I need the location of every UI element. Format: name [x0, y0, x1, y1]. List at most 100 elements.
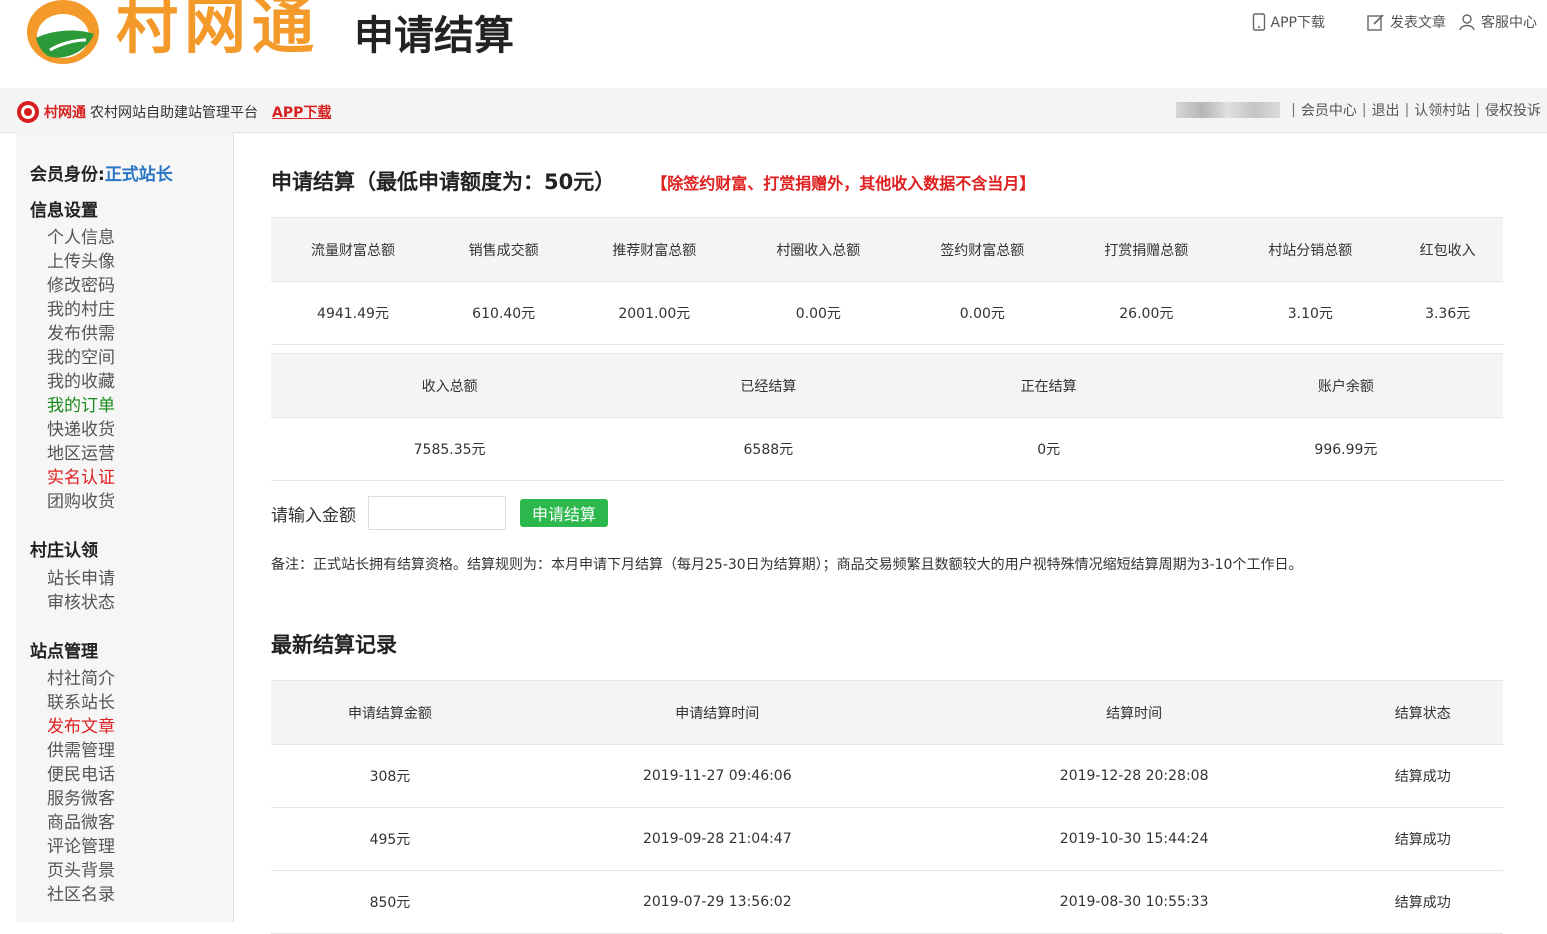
table-cell: 308元: [271, 744, 509, 808]
table-header-row: 申请结算金额 申请结算时间 结算时间 结算状态: [271, 680, 1503, 745]
member-identity: 会员身份:正式站长: [30, 160, 173, 185]
table-header-cell: 账户余额: [1188, 353, 1503, 418]
table-cell: 7585.35元: [271, 417, 629, 481]
sidebar-item-header-background[interactable]: 页头背景: [47, 859, 115, 883]
table-cell: 2001.00元: [572, 281, 737, 345]
table-cell: 0.00元: [900, 281, 1065, 345]
amount-input[interactable]: [368, 496, 506, 530]
sub-navbar-right: | 会员中心 | 退出 | 认领村站 | 侵权投诉: [1176, 100, 1541, 120]
table-header-cell: 打赏捐赠总额: [1064, 217, 1229, 282]
table-header-cell: 收入总额: [271, 353, 629, 418]
table-row: 495元 2019-09-28 21:04:47 2019-10-30 15:4…: [271, 807, 1503, 871]
sub-brand: 村网通: [44, 105, 86, 121]
sidebar-item-publish-supply[interactable]: 发布供需: [47, 322, 115, 346]
sub-navbar: 村网通 农村网站自助建站管理平台 APP下载 | 会员中心 | 退出 | 认领村…: [0, 88, 1547, 133]
top-header: 村网通 申请结算 APP下载 发表文章 客服中心: [0, 0, 1547, 88]
table-cell: 0元: [908, 417, 1189, 481]
sidebar-item-community-directory[interactable]: 社区名录: [47, 883, 115, 907]
member-role[interactable]: 正式站长: [105, 165, 173, 185]
table-row: 308元 2019-11-27 09:46:06 2019-12-28 20:2…: [271, 744, 1503, 808]
sidebar-item-my-orders[interactable]: 我的订单: [47, 394, 115, 418]
sidebar-item-village-intro[interactable]: 村社简介: [47, 667, 115, 691]
sidebar-item-group-receipt[interactable]: 团购收货: [47, 490, 115, 514]
table-header-row: 流量财富总额 销售成交额 推荐财富总额 村圈收入总额 签约财富总额 打赏捐赠总额…: [271, 217, 1503, 282]
table-cell: 结算成功: [1342, 870, 1503, 934]
menu-village-claim: 站长申请 审核状态: [47, 567, 115, 615]
table-cell: 0.00元: [736, 281, 901, 345]
logout-link[interactable]: 退出: [1372, 100, 1400, 120]
table-header-cell: 销售成交额: [435, 217, 573, 282]
service-center-link[interactable]: 客服中心: [1458, 12, 1537, 32]
site-badge-icon: [17, 101, 39, 123]
sidebar-item-my-space[interactable]: 我的空间: [47, 346, 115, 370]
sidebar-item-upload-avatar[interactable]: 上传头像: [47, 250, 115, 274]
sidebar-item-my-favorites[interactable]: 我的收藏: [47, 370, 115, 394]
table-header-cell: 结算状态: [1342, 680, 1503, 745]
table-cell: 850元: [271, 870, 509, 934]
table-cell: 2019-10-30 15:44:24: [925, 807, 1343, 871]
top-links: APP下载 发表文章 客服中心: [1230, 12, 1537, 32]
table-header-cell: 结算时间: [925, 680, 1343, 745]
sub-app-download-link[interactable]: APP下载: [272, 102, 331, 122]
table-row: 7585.35元 6588元 0元 996.99元: [271, 417, 1503, 481]
member-center-link[interactable]: 会员中心: [1301, 100, 1357, 120]
table-cell: 结算成功: [1342, 807, 1503, 871]
table-header-cell: 红包收入: [1392, 217, 1503, 282]
account-summary-table: 收入总额 已经结算 正在结算 账户余额 7585.35元 6588元 0元 99…: [271, 353, 1503, 481]
sidebar-item-regional-ops[interactable]: 地区运营: [47, 442, 115, 466]
page-heading: 申请结算: [354, 13, 514, 59]
sidebar-item-public-phone[interactable]: 便民电话: [47, 763, 115, 787]
table-cell: 2019-09-28 21:04:47: [508, 807, 926, 871]
table-cell: 610.40元: [435, 281, 573, 345]
brand-logo-icon[interactable]: [22, 0, 104, 66]
user-icon: [1459, 14, 1475, 31]
sidebar-item-supply-management[interactable]: 供需管理: [47, 739, 115, 763]
app-download-link[interactable]: APP下载: [1252, 12, 1325, 32]
table-header-cell: 正在结算: [908, 353, 1189, 418]
sidebar-item-contact-master[interactable]: 联系站长: [47, 691, 115, 715]
sidebar-item-real-name[interactable]: 实名认证: [47, 466, 115, 490]
sidebar-item-publish-article[interactable]: 发布文章: [47, 715, 115, 739]
table-header-cell: 申请结算时间: [508, 680, 926, 745]
section-title-site-management: 站点管理: [30, 642, 98, 662]
table-cell: 2019-11-27 09:46:06: [508, 744, 926, 808]
sidebar-item-my-village[interactable]: 我的村庄: [47, 298, 115, 322]
table-header-cell: 村站分销总额: [1228, 217, 1393, 282]
complaint-link[interactable]: 侵权投诉: [1485, 100, 1541, 120]
apply-settlement-button[interactable]: 申请结算: [520, 499, 609, 527]
table-cell: 2019-12-28 20:28:08: [925, 744, 1343, 808]
sub-navbar-left: 村网通 农村网站自助建站管理平台 APP下载: [16, 100, 331, 124]
section-title-info-settings: 信息设置: [30, 201, 98, 221]
table-cell: 26.00元: [1064, 281, 1229, 345]
table-header-row: 收入总额 已经结算 正在结算 账户余额: [271, 353, 1503, 418]
settlement-remark: 备注：正式站长拥有结算资格。结算规则为：本月申请下月结算（每月25-30日为结算…: [271, 557, 1303, 573]
blurred-username: [1176, 102, 1281, 118]
menu-site-management: 村社简介 联系站长 发布文章 供需管理 便民电话 服务微客 商品微客 评论管理 …: [47, 667, 115, 907]
sidebar-item-profile[interactable]: 个人信息: [47, 226, 115, 250]
table-header-cell: 申请结算金额: [271, 680, 509, 745]
sidebar-item-comment-management[interactable]: 评论管理: [47, 835, 115, 859]
brand-name: 村网通: [116, 0, 321, 62]
claim-site-link[interactable]: 认领村站: [1414, 100, 1470, 120]
table-cell: 3.36元: [1392, 281, 1503, 345]
settlement-title-row: 申请结算（最低申请额度为：50元） 【除签约财富、打赏捐赠外，其他收入数据不含当…: [271, 166, 1035, 196]
table-cell: 2019-07-29 13:56:02: [508, 870, 926, 934]
sidebar-item-goods-wiki[interactable]: 商品微客: [47, 811, 115, 835]
table-cell: 3.10元: [1228, 281, 1393, 345]
sidebar-item-express-receipt[interactable]: 快递收货: [47, 418, 115, 442]
platform-description: 农村网站自助建站管理平台: [90, 105, 258, 121]
member-label: 会员身份:: [30, 165, 105, 185]
sidebar-item-review-status[interactable]: 审核状态: [47, 591, 115, 615]
publish-article-link[interactable]: 发表文章: [1367, 12, 1446, 32]
table-header-cell: 流量财富总额: [271, 217, 435, 282]
table-row: 4941.49元 610.40元 2001.00元 0.00元 0.00元 26…: [271, 281, 1503, 345]
edit-icon: [1367, 14, 1384, 31]
settlement-title: 申请结算（最低申请额度为：50元）: [271, 170, 616, 194]
sidebar-item-stationmaster-apply[interactable]: 站长申请: [47, 567, 115, 591]
service-center-label: 客服中心: [1481, 15, 1537, 31]
sidebar-item-change-password[interactable]: 修改密码: [47, 274, 115, 298]
section-title-village-claim: 村庄认领: [30, 541, 98, 561]
app-download-label: APP下载: [1270, 15, 1325, 31]
records-title: 最新结算记录: [271, 633, 397, 657]
sidebar-item-service-wiki[interactable]: 服务微客: [47, 787, 115, 811]
